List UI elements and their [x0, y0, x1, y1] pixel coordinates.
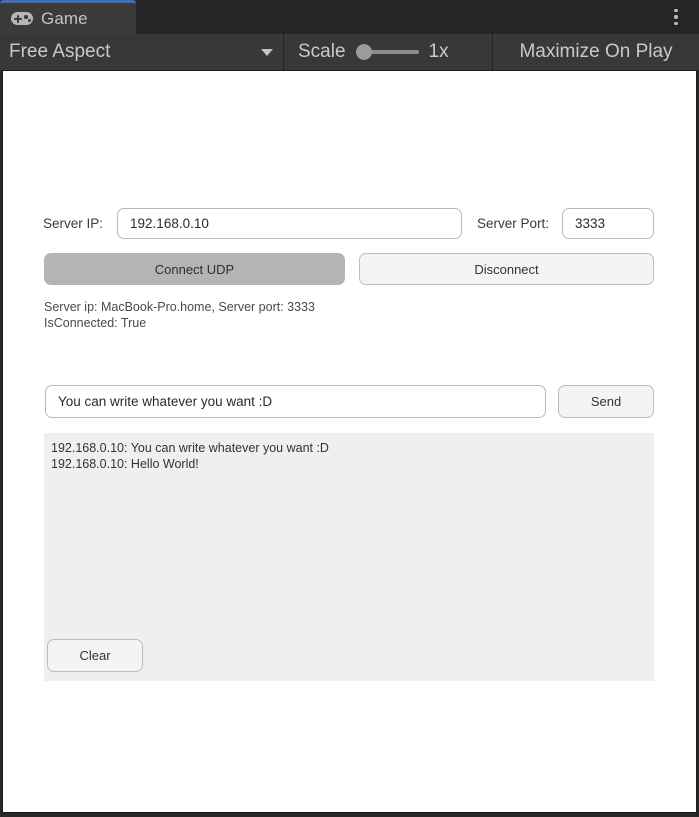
- connection-buttons-row: Connect UDP Disconnect: [44, 253, 654, 285]
- kebab-menu-icon[interactable]: [669, 6, 683, 28]
- clear-log-button[interactable]: Clear: [47, 639, 143, 672]
- disconnect-button[interactable]: Disconnect: [359, 253, 654, 285]
- game-view-window: Game Free Aspect Scale 1x Maximize On Pl…: [0, 0, 699, 817]
- tab-game-label: Game: [41, 8, 88, 28]
- scale-label: Scale: [298, 41, 346, 62]
- connection-status: Server ip: MacBook-Pro.home, Server port…: [44, 299, 315, 331]
- status-isconnected-line: IsConnected: True: [44, 316, 147, 330]
- message-log-panel: 192.168.0.10: You can write whatever you…: [44, 433, 654, 681]
- chevron-down-icon: [261, 48, 273, 56]
- maximize-on-play-label: Maximize On Play: [519, 41, 673, 62]
- server-ip-input[interactable]: 192.168.0.10: [117, 208, 463, 239]
- send-button[interactable]: Send: [558, 385, 654, 418]
- server-port-label: Server Port:: [476, 216, 549, 231]
- scale-control[interactable]: Scale 1x: [284, 34, 492, 70]
- server-connection-row: Server IP: 192.168.0.10 Server Port: 333…: [43, 208, 654, 239]
- message-input[interactable]: You can write whatever you want :D: [45, 385, 546, 418]
- connect-udp-button[interactable]: Connect UDP: [44, 253, 345, 285]
- log-line: 192.168.0.10: You can write whatever you…: [51, 441, 329, 455]
- game-view-toolbar: Free Aspect Scale 1x Maximize On Play: [0, 34, 699, 70]
- message-row: You can write whatever you want :D Send: [45, 385, 654, 418]
- scale-slider-knob[interactable]: [355, 44, 372, 60]
- log-line: 192.168.0.10: Hello World!: [51, 457, 199, 471]
- aspect-ratio-dropdown[interactable]: Free Aspect: [0, 34, 283, 70]
- aspect-ratio-value: Free Aspect: [9, 41, 111, 62]
- tab-game[interactable]: Game: [0, 0, 136, 34]
- game-canvas: Server IP: 192.168.0.10 Server Port: 333…: [2, 70, 697, 813]
- tab-strip: Game: [0, 0, 699, 34]
- scale-value: 1x: [428, 41, 449, 62]
- message-log-lines: 192.168.0.10: You can write whatever you…: [51, 440, 647, 472]
- scale-slider[interactable]: [355, 44, 419, 60]
- status-server-line: Server ip: MacBook-Pro.home, Server port…: [44, 300, 315, 314]
- maximize-on-play-toggle[interactable]: Maximize On Play: [493, 34, 699, 70]
- server-port-input[interactable]: 3333: [562, 208, 654, 239]
- gamepad-icon: [11, 12, 33, 25]
- server-ip-label: Server IP:: [43, 216, 104, 231]
